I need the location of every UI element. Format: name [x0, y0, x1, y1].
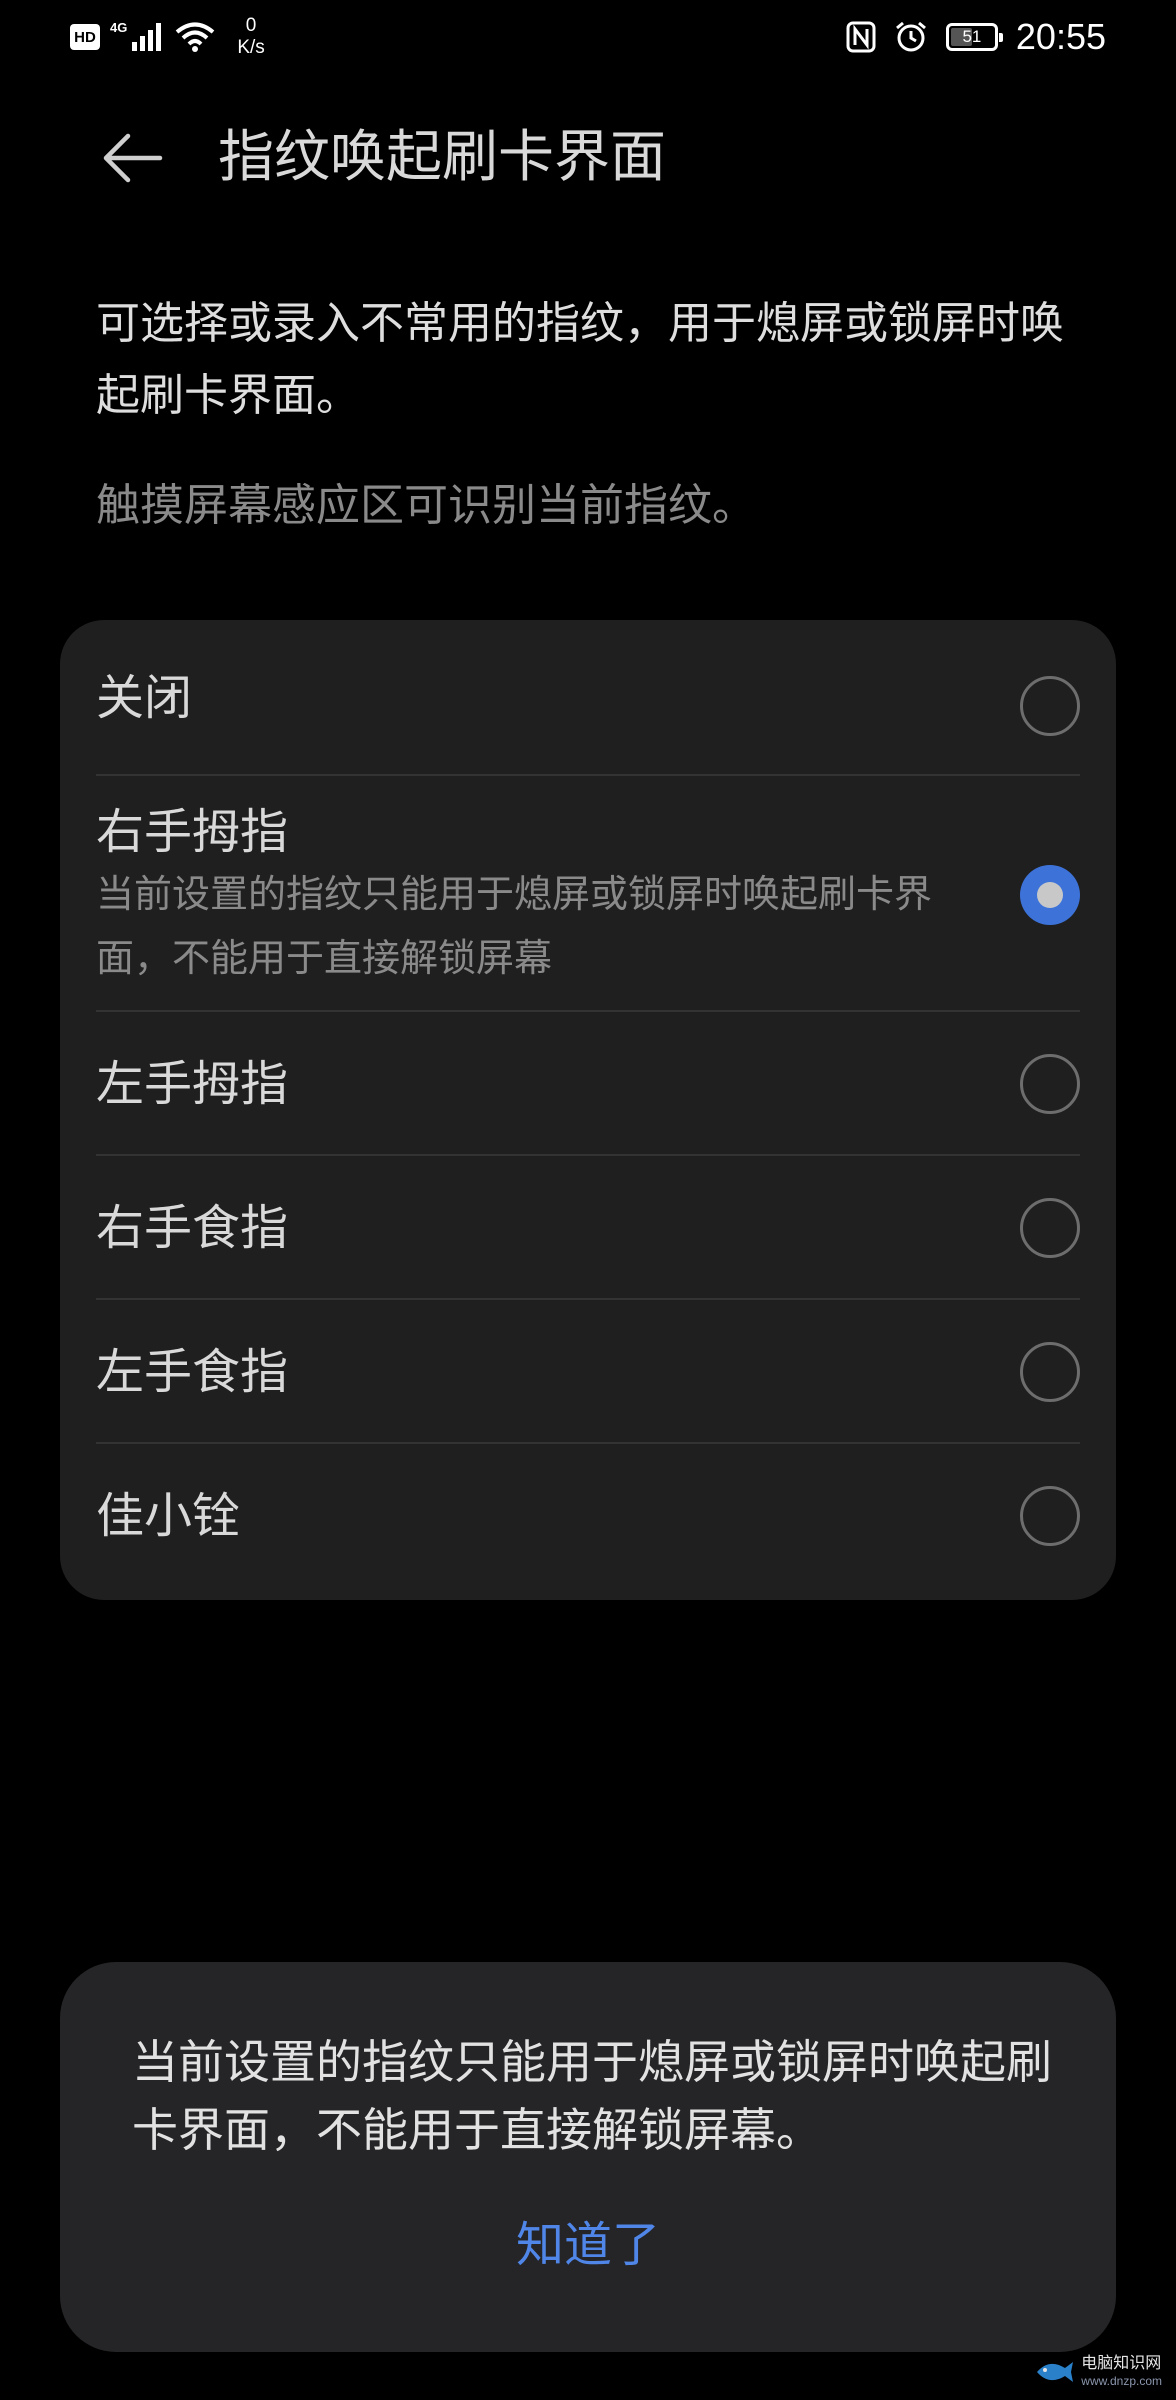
wifi-icon	[176, 22, 215, 52]
option-label: 右手食指	[96, 1200, 289, 1256]
battery-level: 51	[962, 27, 982, 46]
radio-dot	[1037, 882, 1063, 908]
option-label: 关闭	[96, 670, 193, 726]
watermark-url: www.dnzp.com	[1081, 2374, 1162, 2388]
status-bar: HD 4G 0 K/s 51 20:55	[0, 0, 1176, 72]
signal-icon	[132, 23, 162, 51]
page-title: 指纹唤起刷卡界面	[218, 125, 666, 190]
info-dialog: 当前设置的指纹只能用于熄屏或锁屏时唤起刷卡界面，不能用于直接解锁屏幕。 知道了	[60, 1962, 1116, 2352]
watermark-title: 电脑知识网	[1081, 2353, 1162, 2372]
speed-value: 0	[245, 15, 257, 36]
option-subtitle: 当前设置的指纹只能用于熄屏或锁屏时唤起刷卡界面，不能用于直接解锁屏幕	[96, 872, 933, 980]
nfc-icon	[846, 21, 876, 53]
watermark: 电脑知识网 www.dnzp.com	[1035, 2354, 1162, 2390]
got-it-button[interactable]: 知道了	[60, 2200, 1116, 2280]
option-label: 右手拇指	[96, 804, 289, 860]
option-right-index[interactable]: 右手食指	[96, 1156, 1080, 1300]
radio-button-selected[interactable]	[1020, 865, 1080, 925]
dialog-message: 当前设置的指纹只能用于熄屏或锁屏时唤起刷卡界面，不能用于直接解锁屏幕。	[132, 2035, 1052, 2157]
alarm-icon	[895, 21, 926, 52]
option-left-thumb[interactable]: 左手拇指	[96, 1012, 1080, 1156]
radio-button[interactable]	[1020, 1198, 1080, 1258]
header: 指纹唤起刷卡界面	[0, 100, 1176, 220]
clock: 20:55	[1015, 16, 1106, 57]
network-type: 4G	[110, 19, 128, 35]
watermark-text: 电脑知识网 www.dnzp.com	[1081, 2354, 1162, 2390]
network-speed: 0 K/s	[237, 15, 264, 59]
back-button[interactable]	[92, 122, 172, 194]
option-left-index[interactable]: 左手食指	[96, 1300, 1080, 1444]
radio-button[interactable]	[1020, 1342, 1080, 1402]
radio-button[interactable]	[1020, 1486, 1080, 1546]
option-label: 左手拇指	[96, 1056, 289, 1112]
radio-button[interactable]	[1020, 676, 1080, 736]
radio-button[interactable]	[1020, 1054, 1080, 1114]
option-label: 佳小铨	[96, 1488, 241, 1544]
fish-logo-icon	[1037, 2362, 1074, 2382]
status-left: HD 4G 0 K/s	[70, 12, 265, 62]
status-right: 51 20:55	[846, 12, 1106, 62]
option-custom-fingerprint[interactable]: 佳小铨	[96, 1444, 1080, 1600]
hint-text: 触摸屏幕感应区可识别当前指纹。	[96, 480, 756, 531]
fingerprint-options-card: 关闭 右手拇指 当前设置的指纹只能用于熄屏或锁屏时唤起刷卡界面，不能用于直接解锁…	[60, 620, 1116, 1600]
speed-unit: K/s	[237, 37, 265, 58]
option-off[interactable]: 关闭	[96, 620, 1080, 776]
arrow-left-icon	[103, 133, 163, 183]
battery-icon: 51	[945, 23, 1003, 51]
description-text: 可选择或录入不常用的指纹，用于熄屏或锁屏时唤起刷卡界面。	[96, 298, 1064, 421]
option-right-thumb[interactable]: 右手拇指 当前设置的指纹只能用于熄屏或锁屏时唤起刷卡界面，不能用于直接解锁屏幕	[96, 776, 1080, 1012]
option-label: 左手食指	[96, 1344, 289, 1400]
hd-icon: HD	[70, 24, 100, 50]
